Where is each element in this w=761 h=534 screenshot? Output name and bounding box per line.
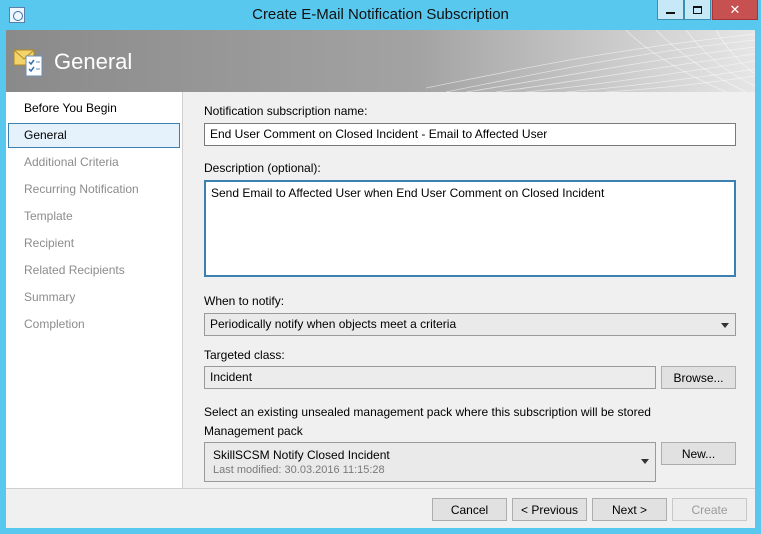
management-pack-dropdown[interactable]: SkillSCSM Notify Closed Incident Last mo… — [204, 442, 656, 482]
nav-step-general[interactable]: General — [8, 123, 180, 148]
nav-step-template[interactable]: Template — [8, 204, 180, 229]
description-label: Description (optional): — [204, 161, 321, 175]
cancel-button[interactable]: Cancel — [432, 498, 507, 521]
when-to-notify-value: Periodically notify when objects meet a … — [210, 317, 457, 331]
general-form-panel: Notification subscription name: End User… — [184, 92, 755, 488]
management-pack-label: Management pack — [204, 424, 303, 438]
browse-button[interactable]: Browse... — [661, 366, 736, 389]
minimize-button[interactable] — [657, 0, 684, 20]
nav-step-additional-criteria[interactable]: Additional Criteria — [8, 150, 180, 175]
management-pack-instruction: Select an existing unsealed management p… — [204, 405, 651, 419]
create-button[interactable]: Create — [672, 498, 747, 521]
window-title: Create E-Mail Notification Subscription — [252, 6, 509, 23]
wizard-steps-nav: Before You Begin General Additional Crit… — [6, 92, 183, 488]
next-button[interactable]: Next > — [592, 498, 667, 521]
nav-step-related-recipients[interactable]: Related Recipients — [8, 258, 180, 283]
dialog-window: Create E-Mail Notification Subscription … — [0, 0, 761, 534]
management-pack-name: SkillSCSM Notify Closed Incident — [213, 448, 390, 462]
minimize-icon — [666, 12, 675, 14]
title-bar[interactable]: Create E-Mail Notification Subscription … — [0, 0, 761, 30]
description-textarea[interactable]: Send Email to Affected User when End Use… — [204, 180, 736, 277]
close-button[interactable]: ✕ — [712, 0, 758, 20]
header-banner: General — [6, 30, 755, 92]
dialog-client: General Before You Begin General Additio… — [6, 30, 755, 528]
nav-step-summary[interactable]: Summary — [8, 285, 180, 310]
maximize-icon — [693, 5, 702, 14]
when-to-notify-label: When to notify: — [204, 294, 285, 308]
nav-step-recipient[interactable]: Recipient — [8, 231, 180, 256]
targeted-class-label: Targeted class: — [204, 348, 285, 362]
nav-step-before-you-begin[interactable]: Before You Begin — [8, 96, 180, 121]
nav-step-completion[interactable]: Completion — [8, 312, 180, 337]
page-title: General — [54, 49, 133, 74]
management-pack-last-modified: Last modified: 30.03.2016 11:15:28 — [213, 464, 385, 476]
nav-step-recurring-notification[interactable]: Recurring Notification — [8, 177, 180, 202]
banner-wave-decoration — [426, 30, 755, 92]
subscription-name-label: Notification subscription name: — [204, 104, 368, 118]
email-checklist-icon — [14, 49, 43, 77]
targeted-class-field: Incident — [204, 366, 656, 389]
when-to-notify-dropdown[interactable]: Periodically notify when objects meet a … — [204, 313, 736, 336]
previous-button[interactable]: < Previous — [512, 498, 587, 521]
close-icon: ✕ — [729, 1, 741, 17]
wizard-button-bar: Cancel < Previous Next > Create — [6, 488, 755, 528]
chevron-down-icon — [641, 459, 649, 464]
subscription-name-input[interactable]: End User Comment on Closed Incident - Em… — [204, 123, 736, 146]
maximize-button[interactable] — [684, 0, 711, 20]
new-management-pack-button[interactable]: New... — [661, 442, 736, 465]
chevron-down-icon — [721, 323, 729, 328]
